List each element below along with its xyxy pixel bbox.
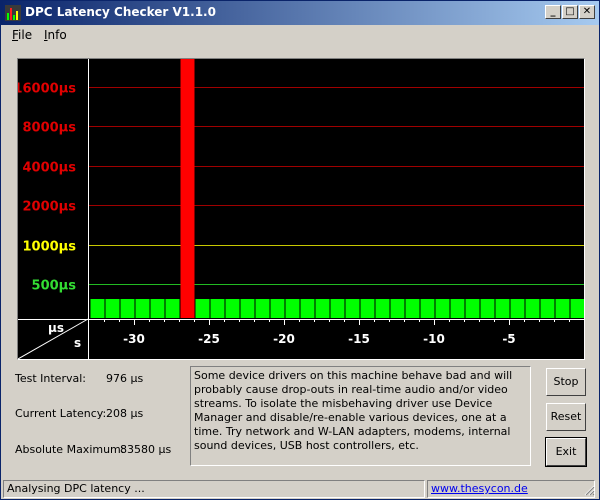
y-tick-label: 1000µs (23, 240, 77, 255)
latency-bar (555, 299, 570, 318)
resize-grip-icon[interactable] (583, 484, 595, 496)
y-tick-label: 500µs (32, 279, 77, 294)
y-tick-label: 2000µs (23, 200, 77, 215)
website-link[interactable]: www.thesycon.de (431, 482, 528, 495)
x-tick-label: -30 (123, 332, 145, 346)
latency-chart: 16000µs 8000µs 4000µs 2000µs 1000µs 500µs µs s -… (17, 58, 585, 360)
latency-bar (150, 299, 165, 318)
latency-bar (135, 299, 150, 318)
current-latency-value: 208 µs (106, 407, 144, 420)
y-unit-label: µs (48, 321, 64, 335)
absolute-maximum-value: 83580 µs (120, 443, 172, 456)
x-tick-label: -5 (502, 332, 515, 346)
exit-button[interactable]: Exit (545, 437, 587, 467)
latency-bar (375, 299, 390, 318)
absolute-maximum-label: Absolute Maximum: (15, 443, 125, 456)
app-icon (5, 5, 21, 21)
test-interval-value: 976 µs (106, 372, 144, 385)
maximize-button[interactable]: □ (562, 5, 578, 19)
latency-bar (435, 299, 450, 318)
latency-bar (165, 299, 180, 318)
status-message-box: Some device drivers on this machine beha… (190, 366, 531, 466)
y-tick-label: 16000µs (18, 82, 76, 97)
latency-bar (405, 299, 420, 318)
latency-bar (540, 299, 555, 318)
latency-chart-svg: 16000µs 8000µs 4000µs 2000µs 1000µs 500µs µss -… (18, 59, 584, 359)
latency-bar (285, 299, 300, 318)
latency-bar (105, 299, 120, 318)
latency-bar (315, 299, 330, 318)
close-button[interactable]: ✕ (579, 5, 595, 19)
status-bar: Analysing DPC latency ... www.thesycon.d… (3, 480, 597, 498)
latency-bar (450, 299, 465, 318)
x-tick-label: -10 (423, 332, 445, 346)
y-tick-label: 8000µs (23, 121, 77, 136)
latency-bar (180, 59, 195, 318)
reset-button[interactable]: Reset (546, 403, 586, 431)
latency-bar (195, 299, 210, 318)
latency-bar (465, 299, 480, 318)
x-tick-label: -25 (198, 332, 220, 346)
x-unit-label: s (74, 336, 81, 350)
app-window: DPC Latency Checker V1.1.0 _ □ ✕ File In… (0, 0, 600, 500)
status-text: Analysing DPC latency ... (3, 480, 425, 498)
latency-bar (390, 299, 405, 318)
stop-button[interactable]: Stop (546, 368, 586, 396)
latency-bar (120, 299, 135, 318)
latency-bar (345, 299, 360, 318)
latency-bar (495, 299, 510, 318)
latency-bar (255, 299, 270, 318)
menu-bar: File Info (1, 25, 599, 45)
latency-bar (210, 299, 225, 318)
latency-bar (90, 299, 105, 318)
current-latency-label: Current Latency: (15, 407, 107, 420)
latency-bar (510, 299, 525, 318)
latency-bar (480, 299, 495, 318)
latency-bar (300, 299, 315, 318)
latency-bar (570, 299, 584, 318)
latency-bar (420, 299, 435, 318)
x-tick-label: -20 (273, 332, 295, 346)
menu-file[interactable]: File (12, 28, 32, 42)
latency-bar (330, 299, 345, 318)
title-bar[interactable]: DPC Latency Checker V1.1.0 _ □ ✕ (1, 1, 599, 25)
y-tick-label: 4000µs (23, 161, 77, 176)
latency-bar (240, 299, 255, 318)
latency-bar (525, 299, 540, 318)
minimize-button[interactable]: _ (545, 5, 561, 19)
latency-bar (270, 299, 285, 318)
menu-info[interactable]: Info (44, 28, 67, 42)
x-tick-label: -15 (348, 332, 370, 346)
window-title: DPC Latency Checker V1.1.0 (25, 5, 216, 19)
latency-bar (225, 299, 240, 318)
status-link-pane: www.thesycon.de (427, 480, 595, 498)
test-interval-label: Test Interval: (15, 372, 86, 385)
latency-bar (360, 299, 375, 318)
